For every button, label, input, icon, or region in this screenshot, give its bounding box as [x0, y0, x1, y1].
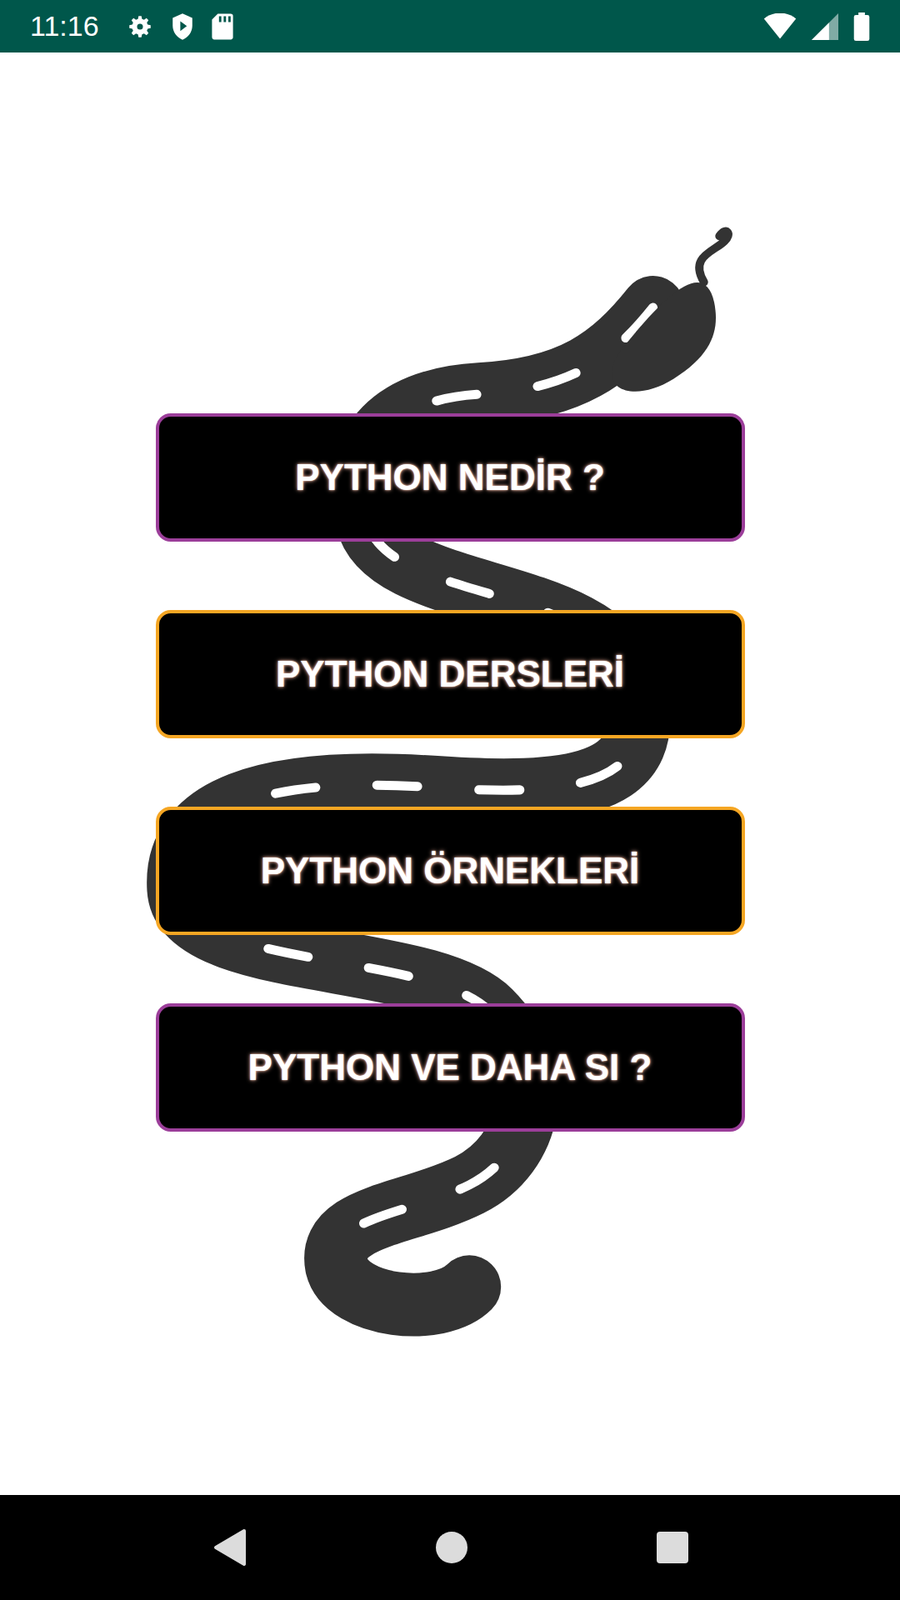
status-bar: 11:16	[0, 0, 900, 53]
clock: 11:16	[30, 10, 100, 43]
wifi-icon	[763, 13, 797, 40]
navigation-bar	[0, 1495, 900, 1600]
menu-button[interactable]: PYTHON VE DAHA SI ?	[155, 1003, 745, 1132]
back-icon[interactable]	[210, 1527, 248, 1568]
button-label: PYTHON VE DAHA SI ?	[248, 1046, 653, 1089]
signal-icon	[811, 13, 839, 40]
button-label: PYTHON DERSLERİ	[275, 653, 625, 695]
button-label: PYTHON ÖRNEKLERİ	[260, 850, 640, 892]
python-snake-icon	[0, 52, 900, 1495]
menu-button[interactable]: PYTHON NEDİR ?	[155, 413, 745, 542]
shield-icon	[169, 12, 196, 41]
button-label: PYTHON NEDİR ?	[295, 456, 605, 499]
battery-icon	[853, 12, 870, 41]
menu-button[interactable]: PYTHON DERSLERİ	[155, 610, 745, 739]
sd-card-icon	[210, 12, 235, 41]
gear-icon	[125, 12, 155, 41]
menu-area: PYTHON NEDİR ? PYTHON DERSLERİ PYTHON ÖRNE…	[0, 52, 900, 1495]
menu-button[interactable]: PYTHON ÖRNEKLERİ	[155, 806, 745, 935]
home-icon[interactable]	[435, 1530, 469, 1565]
recents-icon[interactable]	[655, 1530, 690, 1565]
